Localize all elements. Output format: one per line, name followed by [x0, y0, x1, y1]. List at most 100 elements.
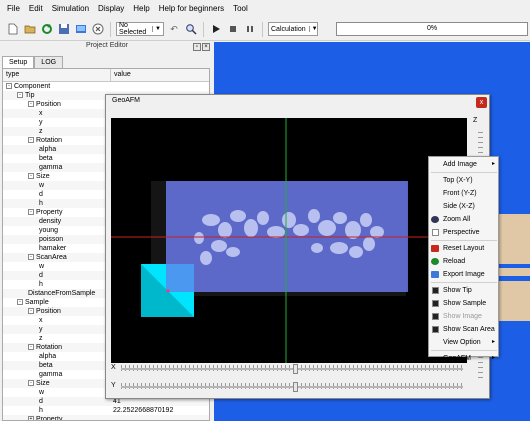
progress-bar: 0%	[336, 22, 528, 36]
menubar: File Edit Simulation Display Help Help f…	[0, 0, 530, 18]
menu-item-reload[interactable]: Reload	[429, 255, 498, 268]
tree-row-label: alpha	[39, 146, 57, 153]
y-slider-label: Y	[111, 382, 116, 389]
menu-item-top-x-y[interactable]: Top (X-Y)	[429, 174, 498, 187]
dialog-title: GeoAFM	[112, 97, 141, 104]
menu-help-for-beginners[interactable]: Help for beginners	[156, 0, 230, 18]
save-icon[interactable]	[57, 22, 71, 36]
tree-row-label: beta	[39, 155, 53, 162]
menu-item-export-image[interactable]: Export Image	[429, 268, 498, 281]
menu-display[interactable]: Display	[95, 0, 130, 18]
tree-row[interactable]: h 22.2522668870192	[3, 406, 209, 415]
menu-item-label: Top (X-Y)	[443, 177, 473, 184]
tab-setup[interactable]: Setup	[2, 56, 35, 68]
menu-item-add-image[interactable]: Add Image ▸	[429, 158, 498, 171]
x-slider-thumb[interactable]	[292, 364, 298, 374]
menu-item-show-image[interactable]: Show Image	[429, 310, 498, 323]
menu-separator	[431, 172, 497, 173]
tab-log[interactable]: LOG	[34, 56, 64, 68]
new-file-icon[interactable]	[6, 22, 20, 36]
afm-canvas[interactable]	[111, 118, 467, 363]
collapse-icon[interactable]: -	[28, 209, 34, 216]
tree-row-label: h	[39, 200, 43, 207]
refresh-icon[interactable]	[40, 22, 54, 36]
tree-row[interactable]: + Property	[3, 415, 209, 420]
x-slider[interactable]: X	[111, 363, 467, 375]
menu-edit[interactable]: Edit	[26, 0, 49, 18]
stop-icon[interactable]	[226, 22, 240, 36]
tree-row-label: z	[39, 335, 43, 342]
expand-icon[interactable]: +	[28, 416, 34, 420]
undo-icon[interactable]: ↶	[167, 22, 181, 36]
menu-item-front-y-z[interactable]: Front (Y-Z)	[429, 187, 498, 200]
checkbox-icon	[432, 229, 439, 236]
collapse-icon[interactable]: -	[28, 344, 34, 351]
float-panel-button[interactable]: ▫	[193, 43, 201, 51]
export-image-icon[interactable]	[74, 22, 88, 36]
tree-row-value[interactable]: 22.2522668870192	[113, 406, 173, 415]
menu-item-label: Add Image	[443, 161, 477, 168]
menu-item-view-option[interactable]: View Option ▸	[429, 336, 498, 349]
menu-help[interactable]: Help	[130, 0, 155, 18]
stop-circle-icon[interactable]	[91, 22, 105, 36]
tree-row-label: Position	[36, 101, 61, 108]
menu-simulation[interactable]: Simulation	[49, 0, 95, 18]
tree-row[interactable]: - Component	[3, 82, 209, 91]
play-icon[interactable]	[209, 22, 223, 36]
collapse-icon[interactable]: -	[28, 254, 34, 261]
collapse-icon[interactable]: -	[28, 380, 34, 387]
menu-tool[interactable]: Tool	[230, 0, 254, 18]
tree-row-label: x	[39, 317, 43, 324]
tree-row-label: DistanceFromSample	[28, 290, 96, 297]
menu-item-show-scan-area[interactable]: Show Scan Area	[429, 323, 498, 336]
selection-value: No Selected	[119, 22, 147, 36]
panel-buttons: ▫ ×	[193, 43, 211, 52]
tree-row-label: Rotation	[36, 137, 63, 144]
collapse-icon[interactable]: -	[17, 92, 23, 99]
menu-file[interactable]: File	[4, 0, 26, 18]
tree-row-label: y	[39, 119, 43, 126]
collapse-icon[interactable]: -	[6, 83, 12, 90]
menu-item-reset-layout[interactable]: Reset Layout	[429, 242, 498, 255]
column-value[interactable]: value	[111, 69, 131, 81]
tree-row-label: w	[39, 389, 45, 396]
checkbox-icon	[432, 313, 439, 320]
collapse-icon[interactable]: -	[28, 101, 34, 108]
tree-row-label: w	[39, 263, 45, 270]
tree-row-label: w	[39, 182, 45, 189]
tree-row-label: h	[39, 281, 43, 288]
close-panel-button[interactable]: ×	[202, 43, 210, 51]
menu-separator	[431, 350, 497, 351]
y-slider[interactable]: Y	[111, 381, 467, 393]
menu-item-label: GeoAFM	[443, 355, 472, 362]
menu-separator	[431, 240, 497, 241]
menu-item-geoafm[interactable]: GeoAFM ▸	[429, 352, 498, 365]
tree-row-label: Size	[36, 173, 50, 180]
collapse-icon[interactable]: -	[28, 308, 34, 315]
column-type[interactable]: type	[3, 69, 111, 81]
tree-row-label: ScanArea	[36, 254, 67, 261]
tree-row-label: z	[39, 128, 43, 135]
menu-item-show-sample[interactable]: Show Sample	[429, 297, 498, 310]
tree-row-label: Size	[36, 380, 50, 387]
selection-dropdown[interactable]: No Selected ▼	[116, 22, 164, 36]
collapse-icon[interactable]: -	[28, 137, 34, 144]
open-file-icon[interactable]	[23, 22, 37, 36]
mode-dropdown[interactable]: Calculation ▼	[268, 22, 318, 36]
zoom-icon[interactable]	[184, 22, 198, 36]
mode-value: Calculation	[271, 25, 306, 33]
menu-item-perspective[interactable]: Perspective	[429, 226, 498, 239]
tree-row-label: d	[39, 398, 43, 405]
pause-icon[interactable]	[243, 22, 257, 36]
menu-item-side-x-z[interactable]: Side (X-Z)	[429, 200, 498, 213]
tree-row-label: d	[39, 191, 43, 198]
close-button[interactable]: x	[476, 97, 487, 108]
collapse-icon[interactable]: -	[17, 299, 23, 306]
menu-item-zoom-all[interactable]: Zoom All	[429, 213, 498, 226]
collapse-icon[interactable]: -	[28, 173, 34, 180]
tip-overlap	[166, 264, 194, 292]
chevron-down-icon: ▼	[152, 26, 161, 32]
y-slider-thumb[interactable]	[292, 382, 298, 392]
menu-item-show-tip[interactable]: Show Tip	[429, 284, 498, 297]
context-menu: Add Image ▸ Top (X-Y) Front (Y-Z) Side (X-Z)…	[428, 156, 499, 362]
